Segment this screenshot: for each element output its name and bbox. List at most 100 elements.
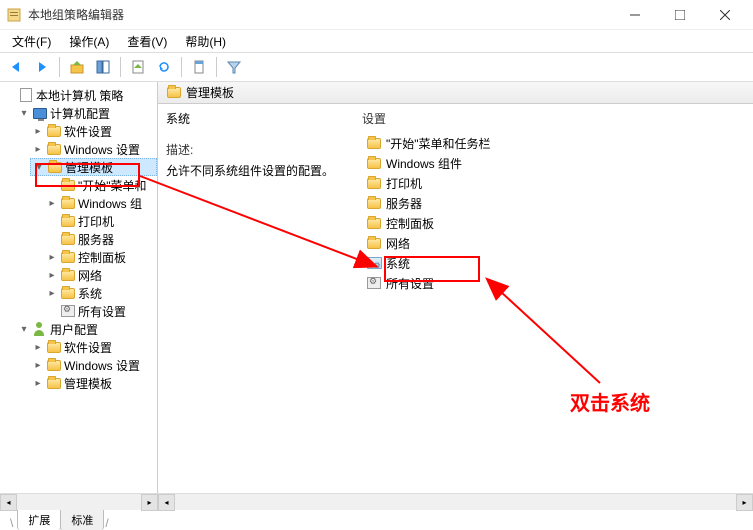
titlebar: 本地组策略编辑器 xyxy=(0,0,753,30)
chevron-right-icon[interactable]: ▸ xyxy=(46,198,58,209)
tree-label: 系统 xyxy=(78,285,102,302)
tree-root[interactable]: ▸ 本地计算机 策略 xyxy=(2,86,157,104)
folder-icon xyxy=(46,375,62,391)
tree-admin-templates[interactable]: ▾ 管理模板 xyxy=(30,158,157,176)
tree-user-config[interactable]: ▾ 用户配置 xyxy=(16,320,157,338)
tree-servers[interactable]: ▸服务器 xyxy=(44,230,157,248)
tab-standard[interactable]: 标准 xyxy=(60,509,104,530)
tab-extended[interactable]: 扩展 xyxy=(17,509,61,530)
list-item-system[interactable]: 系统 xyxy=(362,253,749,273)
tree-label: 管理模板 xyxy=(65,159,113,176)
folder-icon xyxy=(366,135,382,151)
list-item-control-panel[interactable]: 控制面板 xyxy=(362,213,749,233)
list-item-start-menu[interactable]: "开始"菜单和任务栏 xyxy=(362,133,749,153)
chevron-right-icon[interactable]: ▸ xyxy=(32,378,44,389)
minimize-button[interactable] xyxy=(612,1,657,29)
show-hide-tree-button[interactable] xyxy=(91,55,115,79)
list-item-label: 网络 xyxy=(386,235,410,252)
list-item-network[interactable]: 网络 xyxy=(362,233,749,253)
tree-user-software[interactable]: ▸ 软件设置 xyxy=(30,338,157,356)
tree-label: 软件设置 xyxy=(64,339,112,356)
list-item-windows-components[interactable]: Windows 组件 xyxy=(362,153,749,173)
tree-network[interactable]: ▸网络 xyxy=(44,266,157,284)
tree-label: 本地计算机 策略 xyxy=(36,87,123,104)
maximize-button[interactable] xyxy=(657,1,702,29)
folder-icon xyxy=(60,177,76,193)
description-panel: 系统 描述: 允许不同系统组件设置的配置。 xyxy=(158,104,358,493)
properties-button[interactable] xyxy=(187,55,211,79)
settings-list[interactable]: 设置 "开始"菜单和任务栏 Windows 组件 打印机 服务器 控制面板 网络… xyxy=(358,104,753,493)
view-tabs: \ 扩展 标准 / xyxy=(0,510,753,530)
tree-label: 服务器 xyxy=(78,231,114,248)
settings-column-header[interactable]: 设置 xyxy=(362,110,749,127)
list-item-label: "开始"菜单和任务栏 xyxy=(386,135,491,152)
scroll-track[interactable] xyxy=(175,494,736,510)
list-item-all-settings[interactable]: 所有设置 xyxy=(362,273,749,293)
close-button[interactable] xyxy=(702,1,747,29)
scroll-track[interactable] xyxy=(17,494,141,510)
tree-label: 用户配置 xyxy=(50,321,98,338)
chevron-right-icon[interactable]: ▸ xyxy=(32,126,44,137)
chevron-right-icon[interactable]: ▸ xyxy=(46,252,58,263)
tree-label: "开始"菜单和 xyxy=(78,177,147,194)
chevron-down-icon[interactable]: ▾ xyxy=(18,108,30,119)
app-icon xyxy=(6,7,22,23)
tree-user-windows-settings[interactable]: ▸ Windows 设置 xyxy=(30,356,157,374)
chevron-right-icon[interactable]: ▸ xyxy=(32,342,44,353)
menu-action[interactable]: 操作(A) xyxy=(61,31,117,52)
forward-button[interactable] xyxy=(30,55,54,79)
back-button[interactable] xyxy=(4,55,28,79)
menu-file[interactable]: 文件(F) xyxy=(4,31,59,52)
tree-user-admin-templates[interactable]: ▸ 管理模板 xyxy=(30,374,157,392)
scroll-left-button[interactable]: ◂ xyxy=(158,494,175,511)
computer-icon xyxy=(32,105,48,121)
tree-software-settings[interactable]: ▸软件设置 xyxy=(30,122,157,140)
policy-icon xyxy=(18,87,34,103)
menu-view[interactable]: 查看(V) xyxy=(119,31,175,52)
window-title: 本地组策略编辑器 xyxy=(28,6,612,23)
list-item-label: 控制面板 xyxy=(386,215,434,232)
folder-icon xyxy=(60,249,76,265)
description-label: 描述: xyxy=(166,141,350,158)
separator xyxy=(181,57,182,77)
folder-icon xyxy=(47,159,63,175)
tree-system[interactable]: ▸ 系统 xyxy=(44,284,157,302)
scroll-right-button[interactable]: ▸ xyxy=(736,494,753,511)
chevron-right-icon[interactable]: ▸ xyxy=(32,360,44,371)
tree-label: 管理模板 xyxy=(64,375,112,392)
tree-control-panel[interactable]: ▸控制面板 xyxy=(44,248,157,266)
filter-button[interactable] xyxy=(222,55,246,79)
refresh-button[interactable] xyxy=(152,55,176,79)
tree-horizontal-scrollbar[interactable]: ◂ ▸ xyxy=(0,493,158,510)
folder-icon xyxy=(366,235,382,251)
folder-icon xyxy=(46,357,62,373)
tree-computer-config[interactable]: ▾ 计算机配置 xyxy=(16,104,157,122)
chevron-down-icon[interactable]: ▾ xyxy=(18,324,30,335)
tree-windows-components[interactable]: ▸Windows 组 xyxy=(44,194,157,212)
export-button[interactable] xyxy=(126,55,150,79)
chevron-right-icon[interactable]: ▸ xyxy=(46,270,58,281)
details-title: 系统 xyxy=(166,110,350,127)
folder-icon xyxy=(366,175,382,191)
tree-windows-settings[interactable]: ▸Windows 设置 xyxy=(30,140,157,158)
menu-help[interactable]: 帮助(H) xyxy=(177,31,234,52)
list-item-label: 打印机 xyxy=(386,175,422,192)
tree-label: Windows 设置 xyxy=(64,357,140,374)
tree-pane[interactable]: ▸ 本地计算机 策略 ▾ 计算机配置 ▸ 软件设置 xyxy=(0,82,158,510)
chevron-right-icon[interactable]: ▸ xyxy=(46,288,58,299)
chevron-down-icon[interactable]: ▾ xyxy=(33,162,45,173)
list-item-servers[interactable]: 服务器 xyxy=(362,193,749,213)
list-item-label: 服务器 xyxy=(386,195,422,212)
scroll-right-button[interactable]: ▸ xyxy=(141,494,158,511)
horizontal-scrollbar[interactable]: ◂ ▸ xyxy=(158,493,753,510)
chevron-right-icon[interactable]: ▸ xyxy=(32,144,44,155)
list-item-printers[interactable]: 打印机 xyxy=(362,173,749,193)
tree-label: 计算机配置 xyxy=(50,105,110,122)
scroll-left-button[interactable]: ◂ xyxy=(0,494,17,511)
tree-label: 打印机 xyxy=(78,213,114,230)
separator xyxy=(216,57,217,77)
tree-start-menu[interactable]: ▸"开始"菜单和 xyxy=(44,176,157,194)
tree-all-settings[interactable]: ▸所有设置 xyxy=(44,302,157,320)
up-button[interactable] xyxy=(65,55,89,79)
tree-printers[interactable]: ▸打印机 xyxy=(44,212,157,230)
